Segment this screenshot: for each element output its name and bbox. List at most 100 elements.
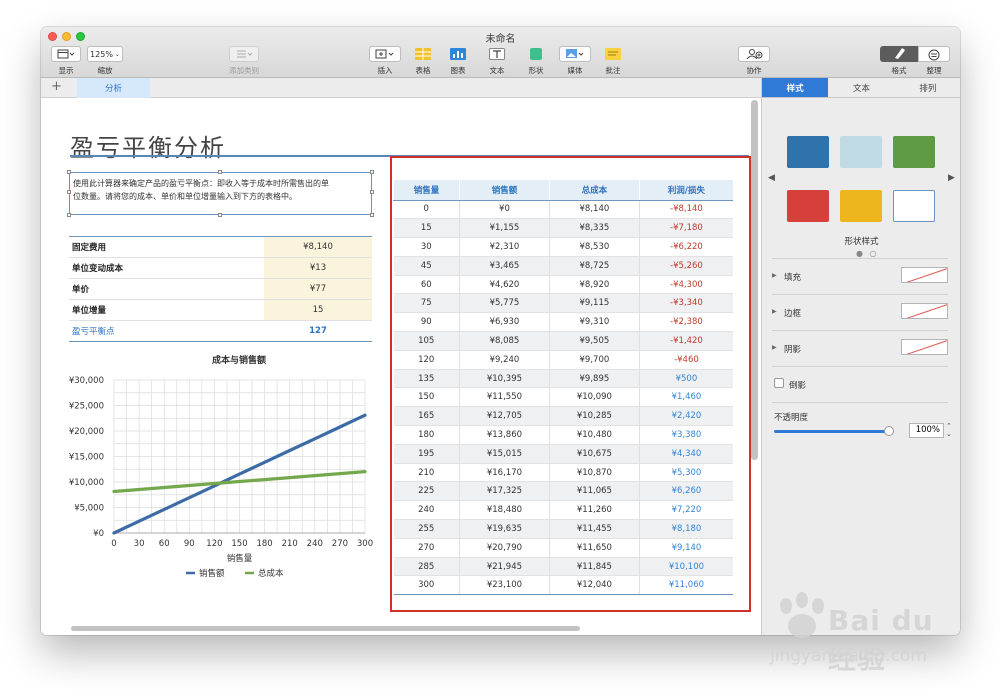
table-cell[interactable]: ¥5,300 [638, 463, 733, 483]
table-cell[interactable]: ¥11,260 [548, 500, 640, 521]
add-sheet-button[interactable]: + [51, 80, 62, 94]
table-cell[interactable]: ¥2,420 [638, 406, 733, 427]
table-row[interactable]: 60 ¥4,620 ¥8,920 -¥4,300 [393, 275, 733, 295]
table-row[interactable]: 225 ¥17,325 ¥11,065 ¥6,260 [393, 481, 733, 502]
opacity-slider-track[interactable] [774, 430, 886, 433]
table-cell[interactable]: -¥5,260 [638, 256, 733, 276]
table-cell[interactable]: ¥21,945 [458, 557, 550, 577]
table-row[interactable]: 180 ¥13,860 ¥10,480 ¥3,380 [393, 425, 733, 445]
table-row[interactable]: 150 ¥11,550 ¥10,090 ¥1,460 [393, 387, 733, 408]
table-cell[interactable]: ¥1,460 [638, 387, 733, 408]
table-row[interactable]: 240 ¥18,480 ¥11,260 ¥7,220 [393, 500, 733, 521]
table-cell[interactable]: ¥500 [638, 369, 733, 389]
table-row[interactable]: 195 ¥15,015 ¥10,675 ¥4,340 [393, 444, 733, 464]
tab-text[interactable]: 文本 [828, 78, 894, 97]
table-row[interactable]: 105 ¥8,085 ¥9,505 -¥1,420 [393, 331, 733, 351]
fill-row[interactable]: ▶ 填充 [772, 258, 948, 294]
table-cell[interactable]: ¥4,340 [638, 444, 733, 464]
stepper-icon[interactable]: ⌃ ⌄ [946, 422, 952, 438]
table-cell[interactable]: 210 [393, 463, 460, 483]
page-dots[interactable]: ● ○ [856, 249, 879, 258]
zoom-select[interactable]: 125% ⌄ [87, 46, 123, 62]
table-row[interactable]: 300 ¥23,100 ¥12,040 ¥11,060 [393, 575, 733, 596]
table-cell[interactable]: 105 [393, 331, 460, 351]
table-cell[interactable]: ¥9,700 [548, 350, 640, 370]
table-cell[interactable]: ¥9,240 [458, 350, 550, 370]
table-cell[interactable]: ¥2,310 [458, 237, 550, 257]
table-cell[interactable]: ¥8,085 [458, 331, 550, 351]
table-row[interactable]: 45 ¥3,465 ¥8,725 -¥5,260 [393, 256, 733, 276]
table-cell[interactable]: ¥9,895 [548, 369, 640, 389]
table-cell[interactable]: ¥7,220 [638, 500, 733, 521]
table-cell[interactable]: ¥10,090 [548, 387, 640, 408]
table-cell[interactable]: ¥9,505 [548, 331, 640, 351]
collaborate-button[interactable] [738, 46, 770, 62]
table-cell[interactable]: 60 [393, 275, 460, 295]
reflection-checkbox[interactable] [774, 378, 784, 388]
table-cell[interactable]: 30 [393, 237, 460, 257]
table-cell[interactable]: 240 [393, 500, 460, 521]
insert-button[interactable] [369, 46, 401, 62]
shadow-row[interactable]: ▶ 阴影 [772, 330, 948, 366]
style-swatch[interactable] [787, 190, 829, 222]
table-cell[interactable]: ¥10,675 [548, 444, 640, 464]
chevron-right-icon[interactable]: ▶ [948, 173, 955, 183]
table-row[interactable]: 255 ¥19,635 ¥11,455 ¥8,180 [393, 519, 733, 539]
table-cell[interactable]: ¥10,480 [548, 425, 640, 445]
add-category-button[interactable] [229, 46, 259, 62]
table-cell[interactable]: ¥12,040 [548, 575, 640, 596]
table-cell[interactable]: 0 [393, 200, 460, 220]
column-header[interactable]: 利润/损失 [638, 180, 733, 201]
cost-revenue-chart[interactable]: ¥0 ¥5,000 ¥10,000 ¥15,000 ¥20,000 ¥25,000 ¥30,… [41, 360, 386, 590]
style-swatch[interactable] [893, 190, 935, 222]
table-cell[interactable]: ¥3,380 [638, 425, 733, 445]
table-cell[interactable]: ¥11,065 [548, 481, 640, 502]
table-cell[interactable]: ¥11,455 [548, 519, 640, 539]
table-row[interactable]: 75 ¥5,775 ¥9,115 -¥3,340 [393, 293, 733, 314]
tab-analysis[interactable]: 分析 [77, 78, 150, 98]
vertical-scrollbar[interactable] [751, 100, 758, 460]
table-cell[interactable]: ¥8,140 [548, 200, 640, 220]
table-cell[interactable]: ¥8,530 [548, 237, 640, 257]
table-row[interactable]: 210 ¥16,170 ¥10,870 ¥5,300 [393, 463, 733, 483]
chevron-left-icon[interactable]: ◀ [768, 173, 775, 183]
intro-text-box[interactable]: 使用此计算器来确定产品的盈亏平衡点：即收入等于成本时所需售出的单 位数量。请将您… [67, 170, 374, 217]
table-cell[interactable]: ¥8,180 [638, 519, 733, 539]
table-row[interactable]: 30 ¥2,310 ¥8,530 -¥6,220 [393, 237, 733, 257]
border-color-well[interactable] [901, 303, 948, 319]
table-cell[interactable]: ¥10,285 [548, 406, 640, 427]
table-cell[interactable]: ¥5,775 [458, 293, 550, 314]
table-cell[interactable]: 180 [393, 425, 460, 445]
input-cell[interactable]: ¥13 [264, 257, 372, 279]
table-cell[interactable]: 285 [393, 557, 460, 577]
table-row[interactable]: 270 ¥20,790 ¥11,650 ¥9,140 [393, 538, 733, 558]
table-cell[interactable]: ¥16,170 [458, 463, 550, 483]
table-cell[interactable]: ¥18,480 [458, 500, 550, 521]
resize-handle[interactable] [67, 213, 71, 217]
table-cell[interactable]: ¥9,115 [548, 293, 640, 314]
style-swatch[interactable] [840, 136, 882, 168]
table-cell[interactable]: ¥20,790 [458, 538, 550, 558]
column-header[interactable]: 总成本 [548, 180, 640, 201]
table-cell[interactable]: 45 [393, 256, 460, 276]
style-swatch[interactable] [787, 136, 829, 168]
shadow-color-well[interactable] [901, 339, 948, 355]
table-cell[interactable]: ¥23,100 [458, 575, 550, 596]
table-cell[interactable]: 225 [393, 481, 460, 502]
organize-button[interactable] [918, 46, 950, 62]
input-cell[interactable]: ¥8,140 [264, 236, 372, 258]
table-cell[interactable]: 15 [393, 218, 460, 239]
table-cell[interactable]: ¥4,620 [458, 275, 550, 295]
opacity-slider-knob[interactable] [884, 426, 894, 436]
style-swatch[interactable] [840, 190, 882, 222]
table-row[interactable]: 165 ¥12,705 ¥10,285 ¥2,420 [393, 406, 733, 427]
table-cell[interactable]: ¥11,845 [548, 557, 640, 577]
input-cell[interactable]: ¥77 [264, 278, 372, 300]
tab-arrange[interactable]: 排列 [895, 78, 960, 97]
table-row[interactable]: 90 ¥6,930 ¥9,310 -¥2,380 [393, 312, 733, 333]
table-cell[interactable]: ¥15,015 [458, 444, 550, 464]
table-cell[interactable]: 75 [393, 293, 460, 314]
table-cell[interactable]: 300 [393, 575, 460, 596]
table-cell[interactable]: 165 [393, 406, 460, 427]
table-row[interactable]: 285 ¥21,945 ¥11,845 ¥10,100 [393, 557, 733, 577]
